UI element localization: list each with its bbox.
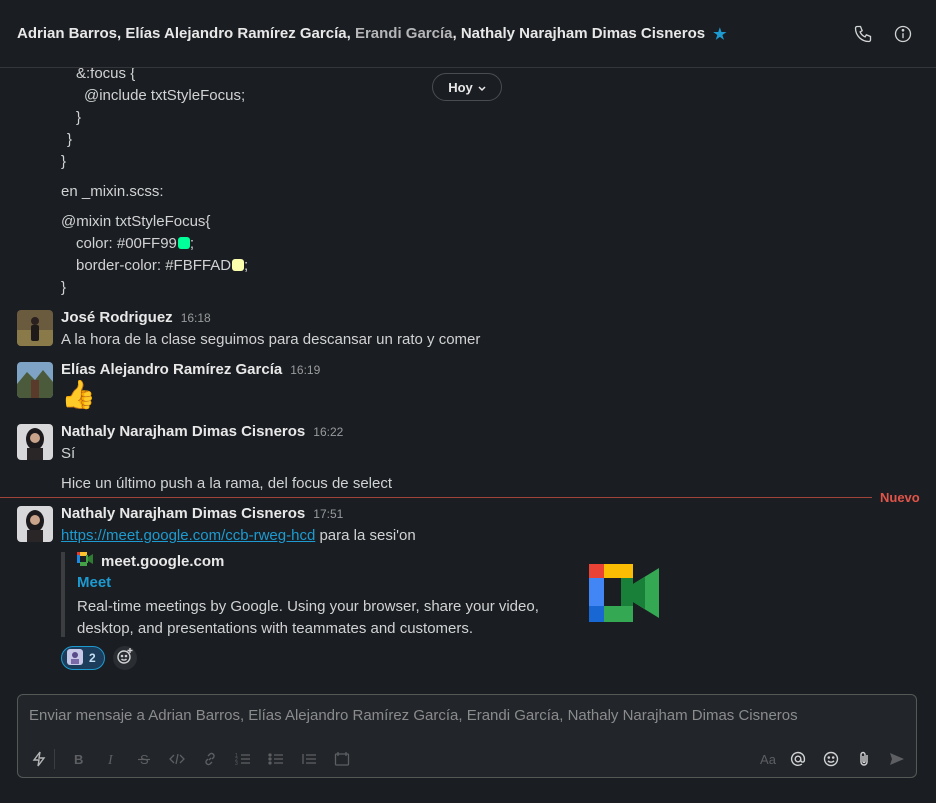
emoji-icon[interactable]	[819, 747, 843, 771]
code-text: color: #00FF99	[76, 235, 177, 252]
add-emoji-icon	[116, 647, 134, 669]
bulleted-list-icon[interactable]	[264, 747, 288, 771]
svg-text:3: 3	[235, 761, 238, 767]
blockquote-icon[interactable]	[297, 747, 321, 771]
code-text: border-color: #FBFFAD	[76, 257, 232, 274]
message-composer: B I S 123 Aa	[17, 694, 917, 778]
meet-link[interactable]: https://meet.google.com/ccb-rweg-hcd	[61, 527, 315, 544]
reactions-row: 2	[61, 646, 137, 670]
code-line: @mixin txtStyleFocus{	[61, 213, 211, 230]
new-messages-divider	[0, 497, 872, 498]
italic-icon[interactable]: I	[99, 747, 123, 771]
member-name: Adrian Barros	[17, 25, 118, 42]
sender-name[interactable]: Nathaly Narajham Dimas Cisneros	[61, 505, 305, 522]
code-line: border-color: #FBFFAD;	[76, 257, 248, 274]
phone-icon[interactable]	[851, 22, 875, 46]
code-suffix: ;	[189, 235, 195, 252]
preview-site: meet.google.com	[77, 552, 224, 570]
sender-name[interactable]: José Rodriguez	[61, 309, 173, 326]
code-line: en _mixin.scss:	[61, 183, 164, 200]
code-icon[interactable]	[165, 747, 189, 771]
message-header: Elías Alejandro Ramírez García 16:19	[61, 361, 320, 378]
reaction-count: 2	[89, 651, 96, 665]
info-icon[interactable]	[891, 22, 915, 46]
code-line: @include txtStyleFocus;	[84, 87, 246, 104]
message-text: Hice un último push a la rama, del focus…	[61, 475, 393, 492]
name-separator: ,	[452, 25, 461, 42]
thumbs-up-emoji: 👍	[61, 379, 96, 410]
channel-header: Adrian Barros, Elías Alejandro Ramírez G…	[0, 0, 936, 68]
code-line: }	[61, 153, 67, 170]
reaction-pill[interactable]: 2	[61, 646, 105, 670]
code-line: }	[76, 109, 82, 126]
message-header: Nathaly Narajham Dimas Cisneros 17:51	[61, 505, 343, 522]
new-messages-label: Nuevo	[880, 490, 920, 505]
code-line: }	[67, 131, 73, 148]
name-separator: ,	[117, 25, 126, 42]
avatar[interactable]	[17, 362, 53, 398]
message-text-after: para la sesi'on	[315, 527, 416, 544]
attachment-icon[interactable]	[852, 747, 876, 771]
chevron-down-icon	[478, 80, 486, 95]
preview-site-name: meet.google.com	[101, 552, 225, 570]
format-toggle[interactable]: Aa	[755, 747, 781, 771]
message-text: Sí	[61, 445, 76, 462]
message-text: A la hora de la clase seguimos para desc…	[61, 331, 481, 348]
svg-text:B: B	[74, 752, 83, 766]
timestamp[interactable]: 16:22	[313, 425, 343, 439]
member-name: Erandi García	[354, 25, 453, 42]
ordered-list-icon[interactable]: 123	[231, 747, 255, 771]
name-separator: ,	[346, 25, 355, 42]
code-block-icon[interactable]	[330, 747, 354, 771]
sender-name[interactable]: Elías Alejandro Ramírez García	[61, 361, 282, 378]
svg-text:I: I	[107, 753, 114, 766]
message-text: https://meet.google.com/ccb-rweg-hcd par…	[61, 527, 416, 544]
bold-icon[interactable]: B	[66, 747, 90, 771]
code-line: &:focus {	[76, 68, 136, 82]
star-icon[interactable]: ★	[713, 25, 726, 43]
sender-name[interactable]: Nathaly Narajham Dimas Cisneros	[61, 423, 305, 440]
mention-icon[interactable]	[786, 747, 810, 771]
preview-title[interactable]: Meet	[77, 574, 111, 591]
strikethrough-icon[interactable]: S	[132, 747, 156, 771]
code-suffix: ;	[244, 257, 249, 274]
code-line: color: #00FF99;	[76, 235, 194, 252]
date-pill[interactable]: Hoy	[432, 73, 502, 101]
member-name: Elías Alejandro Ramírez García	[125, 25, 347, 42]
avatar[interactable]	[17, 506, 53, 542]
add-reaction-button[interactable]	[112, 646, 137, 670]
timestamp[interactable]: 16:18	[181, 311, 211, 325]
message-input[interactable]	[29, 707, 899, 724]
link-icon[interactable]	[198, 747, 222, 771]
conversation-title[interactable]: Adrian Barros, Elías Alejandro Ramírez G…	[17, 25, 727, 43]
message-header: José Rodriguez 16:18	[61, 309, 211, 326]
avatar[interactable]	[17, 310, 53, 346]
timestamp[interactable]: 16:19	[290, 363, 320, 377]
google-meet-logo[interactable]	[585, 562, 661, 628]
google-meet-icon	[77, 552, 93, 570]
timestamp[interactable]: 17:51	[313, 507, 343, 521]
format-label: Aa	[760, 751, 776, 767]
toolbar-divider	[54, 749, 55, 769]
send-icon[interactable]	[885, 747, 909, 771]
date-label: Hoy	[448, 79, 473, 95]
code-line: }	[61, 279, 67, 296]
link-preview: meet.google.com Meet Real-time meetings …	[61, 552, 681, 637]
message-header: Nathaly Narajham Dimas Cisneros 16:22	[61, 423, 343, 440]
avatar[interactable]	[17, 424, 53, 460]
member-name: Nathaly Narajham Dimas Cisneros	[460, 25, 706, 42]
preview-description: Real-time meetings by Google. Using your…	[77, 598, 539, 637]
color-swatch-green	[177, 237, 190, 249]
message-list[interactable]: Hoy &:focus { @include txtStyleFocus; } …	[0, 68, 936, 678]
custom-emoji-icon	[67, 648, 83, 668]
color-swatch-yellow	[232, 259, 245, 271]
shortcuts-icon[interactable]	[27, 747, 51, 771]
